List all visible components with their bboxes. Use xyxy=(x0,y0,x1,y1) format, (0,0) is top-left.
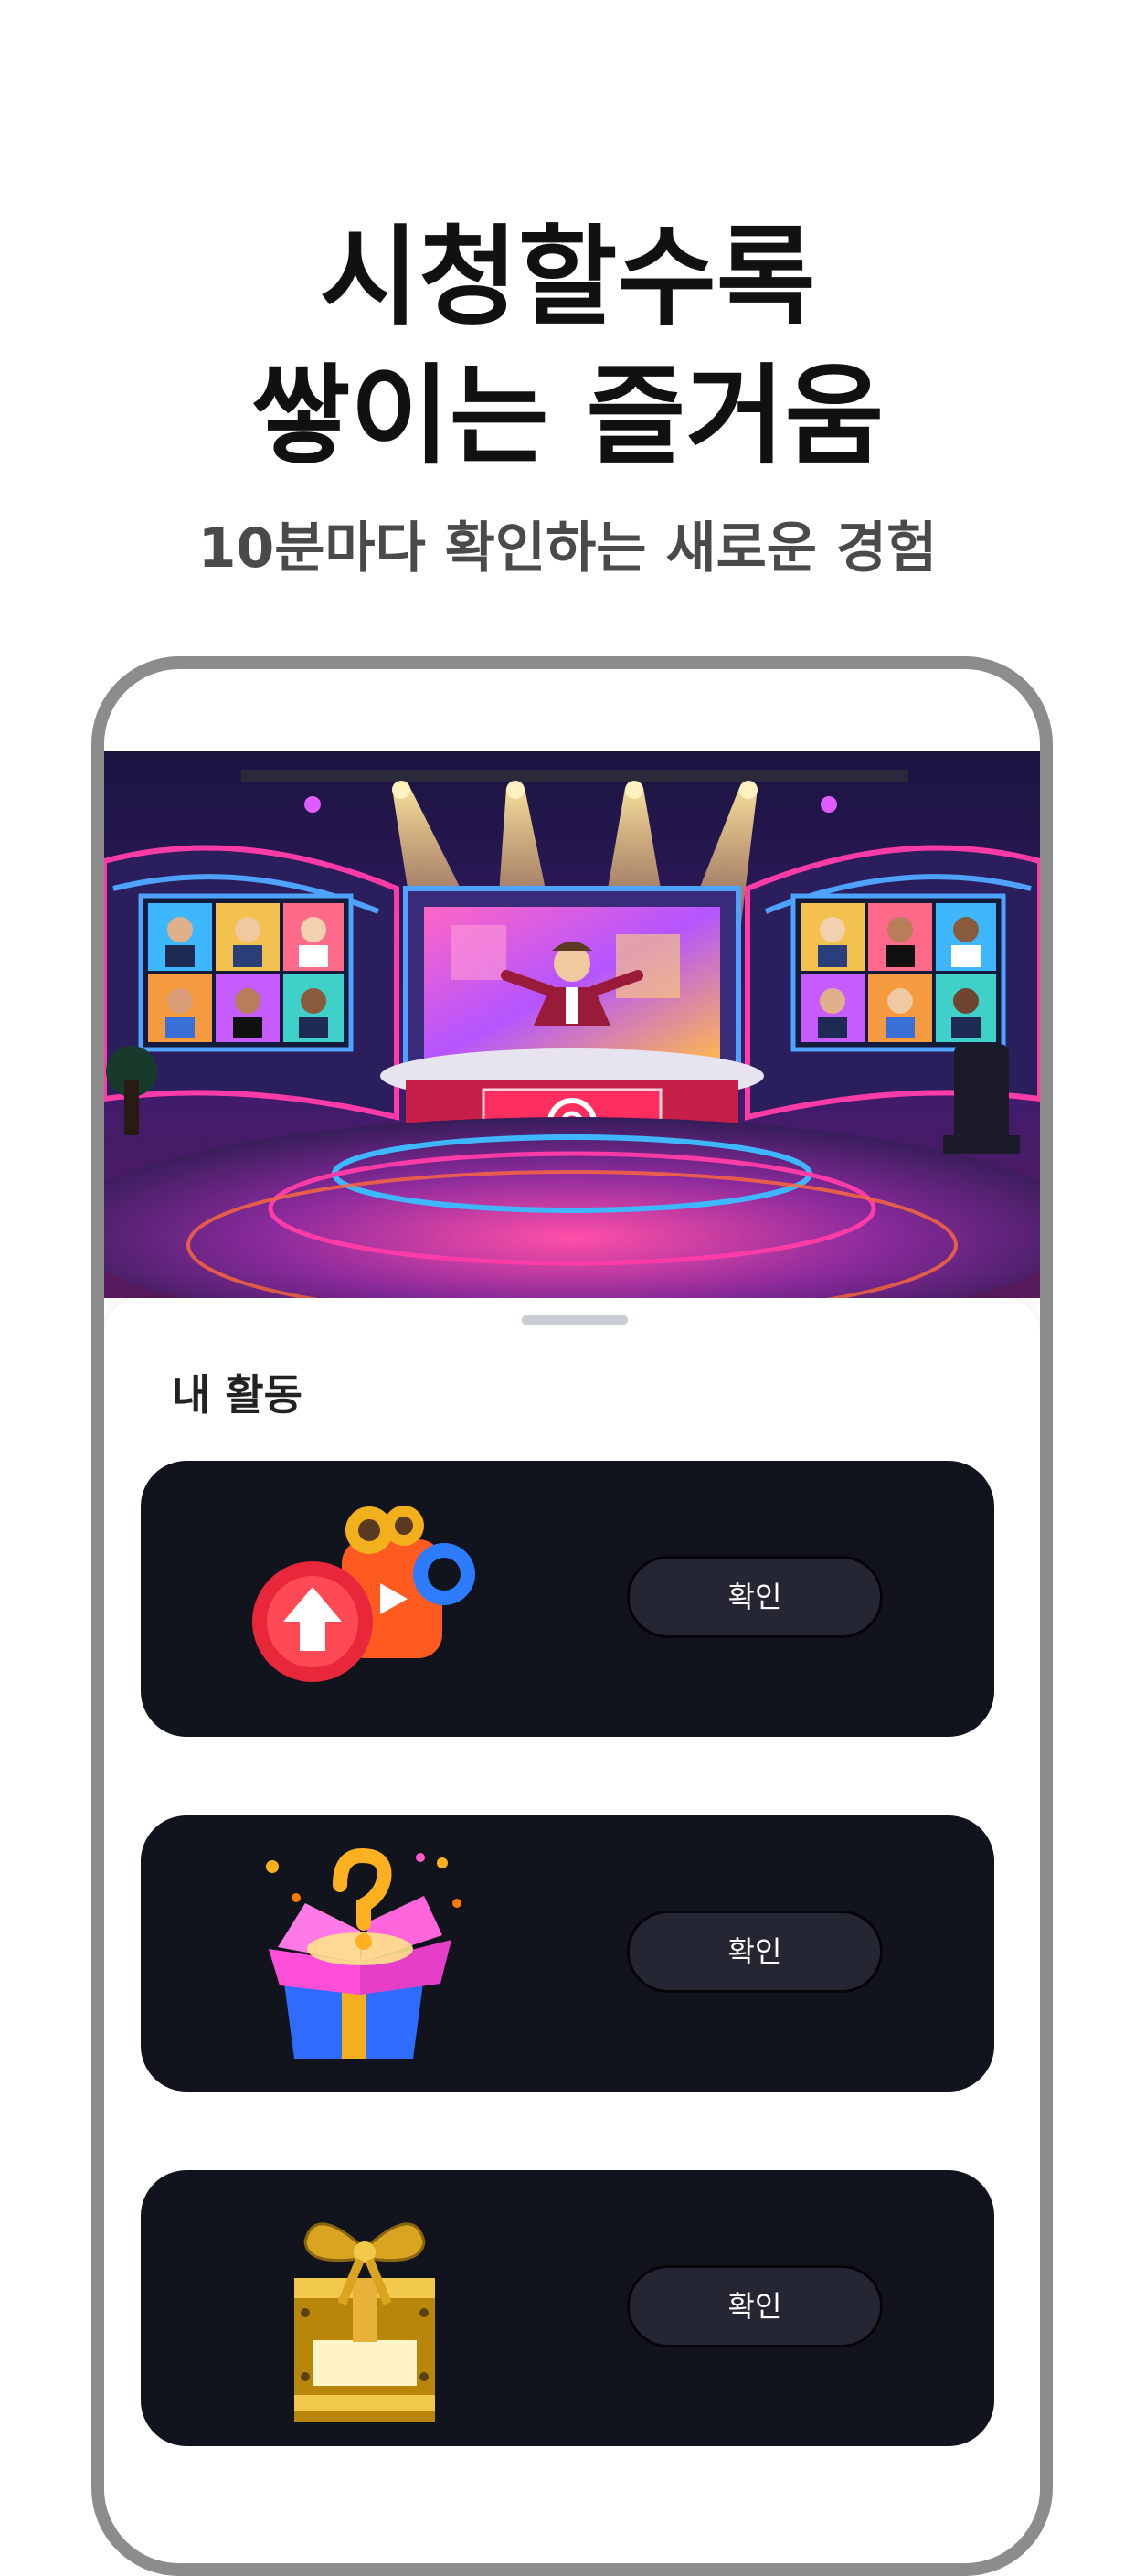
sheet-drag-handle[interactable] xyxy=(522,1315,628,1325)
section-title: 내 활동 xyxy=(172,1370,302,1420)
activity-card-3: 확인 xyxy=(141,2170,994,2446)
confirm-button[interactable]: 확인 xyxy=(627,1911,883,1993)
activity-card-2: 확인 xyxy=(141,1815,994,2092)
studio-banner xyxy=(104,751,1040,1298)
activity-card-1: 확인 xyxy=(141,1461,994,1737)
mystery-gift-box-icon xyxy=(241,1839,479,2068)
phone-frame: 내 활동 확인 확인 확인 xyxy=(91,656,1053,2576)
confirm-button[interactable]: 확인 xyxy=(627,2265,883,2347)
play-video-icon xyxy=(241,1485,479,1713)
activity-sheet: 내 활동 확인 확인 확인 xyxy=(104,1298,1040,2563)
hero-title-line-1: 시청할수록 xyxy=(319,214,816,340)
hero-subtitle: 10분마다 확인하는 새로운 경험 xyxy=(197,516,938,580)
tv-studio-illustration xyxy=(104,751,1040,1298)
hero-title-line-2: 쌓이는 즐거움 xyxy=(250,353,885,479)
confirm-button[interactable]: 확인 xyxy=(627,1556,883,1638)
golden-gift-box-icon xyxy=(241,2194,479,2433)
